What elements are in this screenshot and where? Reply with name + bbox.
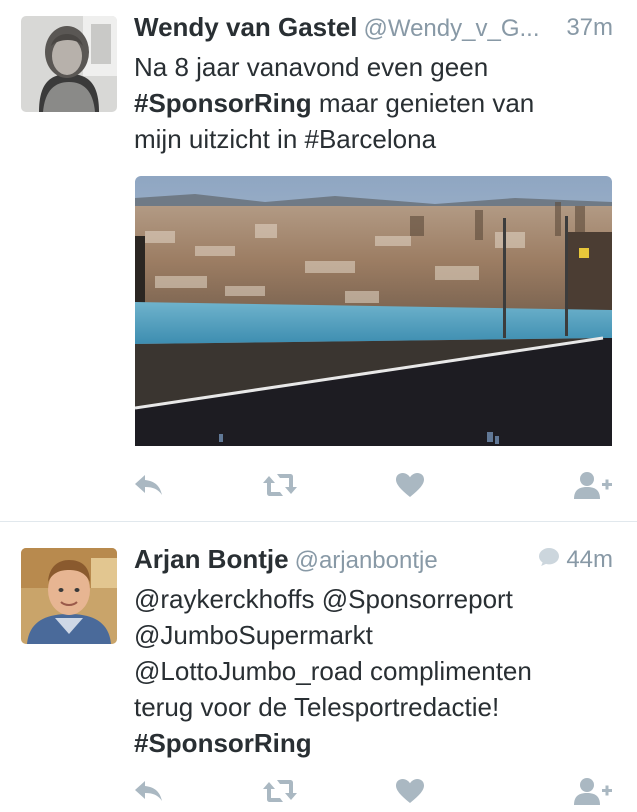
heart-icon[interactable] [395, 468, 425, 502]
timestamp-text: 37m [566, 14, 613, 41]
retweet-icon[interactable] [261, 468, 299, 502]
timestamp[interactable]: 37m [566, 14, 613, 42]
tweet-text-line: #SponsorRing [134, 725, 617, 761]
tweet-actions [133, 468, 613, 502]
tweet-text-line: @raykerckhoffs @Sponsorreport [134, 581, 617, 617]
avatar[interactable] [21, 548, 117, 644]
tweet-text-segment: maar genieten van [311, 88, 535, 118]
tweet-header: Wendy van Gastel @Wendy_v_G... 37m [134, 12, 613, 42]
tweet-text-segment: mijn uitzicht in #Barcelona [134, 124, 437, 154]
tweet-text-line: terug voor de Telesportredactie! [134, 689, 617, 725]
reply-icon[interactable] [133, 468, 165, 502]
retweet-icon[interactable] [261, 774, 299, 808]
tweet-text: Na 8 jaar vanavond even geen #SponsorRing… [134, 49, 617, 157]
tweet-text-segment: terug voor de Telesportredactie! [134, 692, 500, 722]
tweet[interactable]: Arjan Bontje @arjanbontje 44m @raykerckho… [0, 522, 637, 812]
author-name[interactable]: Arjan Bontje [134, 544, 289, 574]
tweet-text-line: @LottoJumbo_road complimenten [134, 653, 617, 689]
tweet-text-segment: @raykerckhoffs @Sponsorreport [134, 584, 513, 614]
hashtag-link[interactable]: #SponsorRing [134, 88, 312, 118]
tweet-text-line: Na 8 jaar vanavond even geen [134, 49, 617, 85]
tweet-actions [133, 774, 613, 808]
tweet-text-line: @JumboSupermarkt [134, 617, 617, 653]
speech-bubble-icon [538, 546, 560, 574]
follow-icon[interactable] [573, 468, 613, 502]
timestamp-text: 44m [566, 546, 613, 573]
tweet-header: Arjan Bontje @arjanbontje 44m [134, 544, 613, 574]
hashtag-link[interactable]: #SponsorRing [134, 728, 312, 758]
tweet-text-line: mijn uitzicht in #Barcelona [134, 121, 617, 157]
avatar[interactable] [21, 16, 117, 112]
author-name[interactable]: Wendy van Gastel [134, 12, 358, 42]
tweet-photo[interactable] [135, 176, 612, 446]
tweet-text-segment: Na 8 jaar vanavond even geen [134, 52, 489, 82]
tweet-text-segment: @LottoJumbo_road complimenten [134, 656, 532, 686]
author-handle[interactable]: @arjanbontje [295, 547, 438, 574]
tweet-text-line: #SponsorRing maar genieten van [134, 85, 617, 121]
heart-icon[interactable] [395, 774, 425, 808]
tweet-text: @raykerckhoffs @Sponsorreport @JumboSuper… [134, 581, 617, 761]
follow-icon[interactable] [573, 774, 613, 808]
author-handle[interactable]: @Wendy_v_G... [364, 15, 540, 42]
reply-icon[interactable] [133, 774, 165, 808]
tweet-text-segment: @JumboSupermarkt [134, 620, 373, 650]
tweet[interactable]: Wendy van Gastel @Wendy_v_G... 37m Na 8 j… [0, 0, 637, 522]
timestamp[interactable]: 44m [538, 546, 613, 574]
